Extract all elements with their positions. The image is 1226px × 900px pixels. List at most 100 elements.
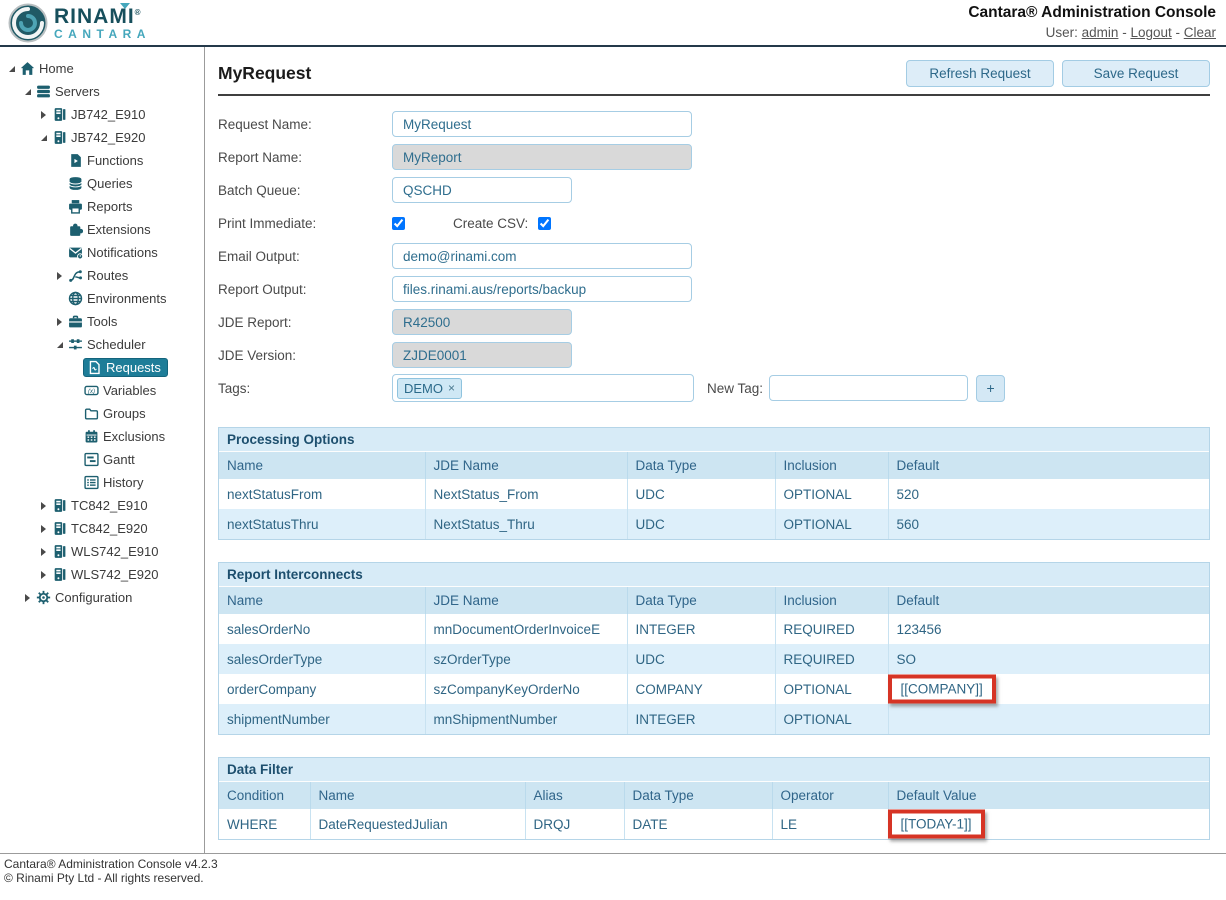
table-row[interactable]: salesOrderTypeszOrderTypeUDCREQUIREDSO <box>219 644 1209 674</box>
mail-icon <box>68 245 83 260</box>
sidebar-item-tools[interactable]: Tools <box>0 310 204 333</box>
variable-icon: (x) <box>84 383 99 398</box>
processing-options-table: Processing Options Name JDE Name Data Ty… <box>218 427 1210 540</box>
logout-link[interactable]: Logout <box>1130 25 1171 40</box>
table-header-row: Name JDE Name Data Type Inclusion Defaul… <box>219 452 1209 479</box>
remove-tag-icon[interactable]: × <box>448 381 455 395</box>
tree-expand-icon[interactable] <box>20 594 35 602</box>
gear-icon <box>36 590 51 605</box>
table-title: Data Filter <box>219 758 1209 782</box>
sidebar-item-exclusions[interactable]: Exclusions <box>0 425 204 448</box>
sidebar-item-wls742-e910[interactable]: WLS742_E910 <box>0 540 204 563</box>
clear-link[interactable]: Clear <box>1184 25 1216 40</box>
registered-mark: ® <box>135 8 142 17</box>
sidebar-item-queries[interactable]: Queries <box>0 172 204 195</box>
sidebar-item-notifications[interactable]: Notifications <box>0 241 204 264</box>
tree-expand-icon[interactable] <box>52 272 67 280</box>
column-header: Name <box>219 587 425 614</box>
add-tag-button[interactable]: + <box>976 375 1005 402</box>
new-tag-field[interactable] <box>769 375 968 401</box>
table-header-row: Condition Name Alias Data Type Operator … <box>219 782 1209 809</box>
brand-name: RINAMI® <box>54 6 142 27</box>
tree-collapse-icon[interactable] <box>52 342 67 348</box>
document-icon <box>87 360 102 375</box>
column-header: Alias <box>525 782 624 809</box>
column-header: Default <box>888 452 1209 479</box>
sidebar-item-groups[interactable]: Groups <box>0 402 204 425</box>
sidebar-item-requests[interactable]: Requests <box>0 356 204 379</box>
sidebar-item-wls742-e920[interactable]: WLS742_E920 <box>0 563 204 586</box>
sidebar-item-functions[interactable]: Functions <box>0 149 204 172</box>
column-header: Condition <box>219 782 310 809</box>
print-immediate-label: Print Immediate: <box>218 216 392 231</box>
sidebar-item-jb742-e910[interactable]: JB742_E910 <box>0 103 204 126</box>
column-header: JDE Name <box>425 587 627 614</box>
tree-collapse-icon[interactable] <box>20 89 35 95</box>
calendar-icon <box>84 429 99 444</box>
jde-version-field <box>392 342 572 368</box>
database-icon <box>68 176 83 191</box>
user-link[interactable]: admin <box>1082 25 1119 40</box>
sidebar-item-tc842-e920[interactable]: TC842_E920 <box>0 517 204 540</box>
tree-expand-icon[interactable] <box>36 525 51 533</box>
create-csv-checkbox[interactable] <box>538 217 551 230</box>
brand-logo: RINAMI® CANTARA <box>8 3 151 43</box>
tags-field[interactable]: DEMO× <box>392 374 694 402</box>
email-output-field[interactable] <box>392 243 692 269</box>
save-request-button[interactable]: Save Request <box>1062 60 1210 87</box>
email-output-label: Email Output: <box>218 249 392 264</box>
batch-queue-label: Batch Queue: <box>218 183 392 198</box>
table-row[interactable]: shipmentNumbermnShipmentNumberINTEGEROPT… <box>219 704 1209 734</box>
server-icon <box>52 544 67 559</box>
svg-text:(x): (x) <box>88 389 95 395</box>
jde-version-label: JDE Version: <box>218 348 392 363</box>
annotation-highlight-today: [[TODAY-1]] <box>888 810 985 839</box>
sidebar-item-jb742-e920[interactable]: JB742_E920 <box>0 126 204 149</box>
folder-icon <box>84 406 99 421</box>
refresh-request-button[interactable]: Refresh Request <box>906 60 1054 87</box>
sidebar-item-home[interactable]: Home <box>0 57 204 80</box>
sidebar-item-history[interactable]: History <box>0 471 204 494</box>
table-row[interactable]: nextStatusThruNextStatus_ThruUDCOPTIONAL… <box>219 509 1209 539</box>
app-footer: Cantara® Administration Console v4.2.3 ©… <box>0 853 1226 900</box>
sidebar-item-variables[interactable]: (x)Variables <box>0 379 204 402</box>
sidebar-item-routes[interactable]: Routes <box>0 264 204 287</box>
table-row[interactable]: nextStatusFromNextStatus_FromUDCOPTIONAL… <box>219 479 1209 509</box>
tree-expand-icon[interactable] <box>36 548 51 556</box>
table-row[interactable]: orderCompanyszCompanyKeyOrderNoCOMPANYOP… <box>219 674 1209 704</box>
sidebar-item-extensions[interactable]: Extensions <box>0 218 204 241</box>
table-row[interactable]: salesOrderNomnDocumentOrderInvoiceEINTEG… <box>219 614 1209 644</box>
tree-expand-icon[interactable] <box>36 111 51 119</box>
tree-collapse-icon[interactable] <box>36 135 51 141</box>
batch-queue-field[interactable] <box>392 177 572 203</box>
print-immediate-checkbox[interactable] <box>392 217 405 230</box>
puzzle-icon <box>68 222 83 237</box>
user-label: User: <box>1046 25 1078 40</box>
report-name-field <box>392 144 692 170</box>
table-row[interactable]: WHEREDateRequestedJulianDRQJDATELE [[TOD… <box>219 809 1209 839</box>
tree-expand-icon[interactable] <box>36 571 51 579</box>
sidebar-item-servers[interactable]: Servers <box>0 80 204 103</box>
request-name-field[interactable] <box>392 111 692 137</box>
servers-icon <box>36 84 51 99</box>
sidebar-item-tc842-e910[interactable]: TC842_E910 <box>0 494 204 517</box>
sidebar-item-scheduler[interactable]: Scheduler <box>0 333 204 356</box>
sidebar-item-environments[interactable]: Environments <box>0 287 204 310</box>
sidebar-item-gantt[interactable]: Gantt <box>0 448 204 471</box>
sidebar-item-configuration[interactable]: Configuration <box>0 586 204 609</box>
sidebar-item-reports[interactable]: Reports <box>0 195 204 218</box>
tag-chip[interactable]: DEMO× <box>397 378 462 399</box>
column-header: Default <box>888 587 1209 614</box>
tree-expand-icon[interactable] <box>36 502 51 510</box>
printer-icon <box>68 199 83 214</box>
report-output-field[interactable] <box>392 276 692 302</box>
tree-collapse-icon[interactable] <box>4 66 19 72</box>
server-icon <box>52 107 67 122</box>
routes-icon <box>68 268 83 283</box>
tree-expand-icon[interactable] <box>52 318 67 326</box>
annotation-highlight-company: [[COMPANY]] <box>888 675 996 704</box>
column-header: Data Type <box>624 782 772 809</box>
server-icon <box>52 130 67 145</box>
report-name-label: Report Name: <box>218 150 392 165</box>
table-title: Report Interconnects <box>219 563 1209 587</box>
